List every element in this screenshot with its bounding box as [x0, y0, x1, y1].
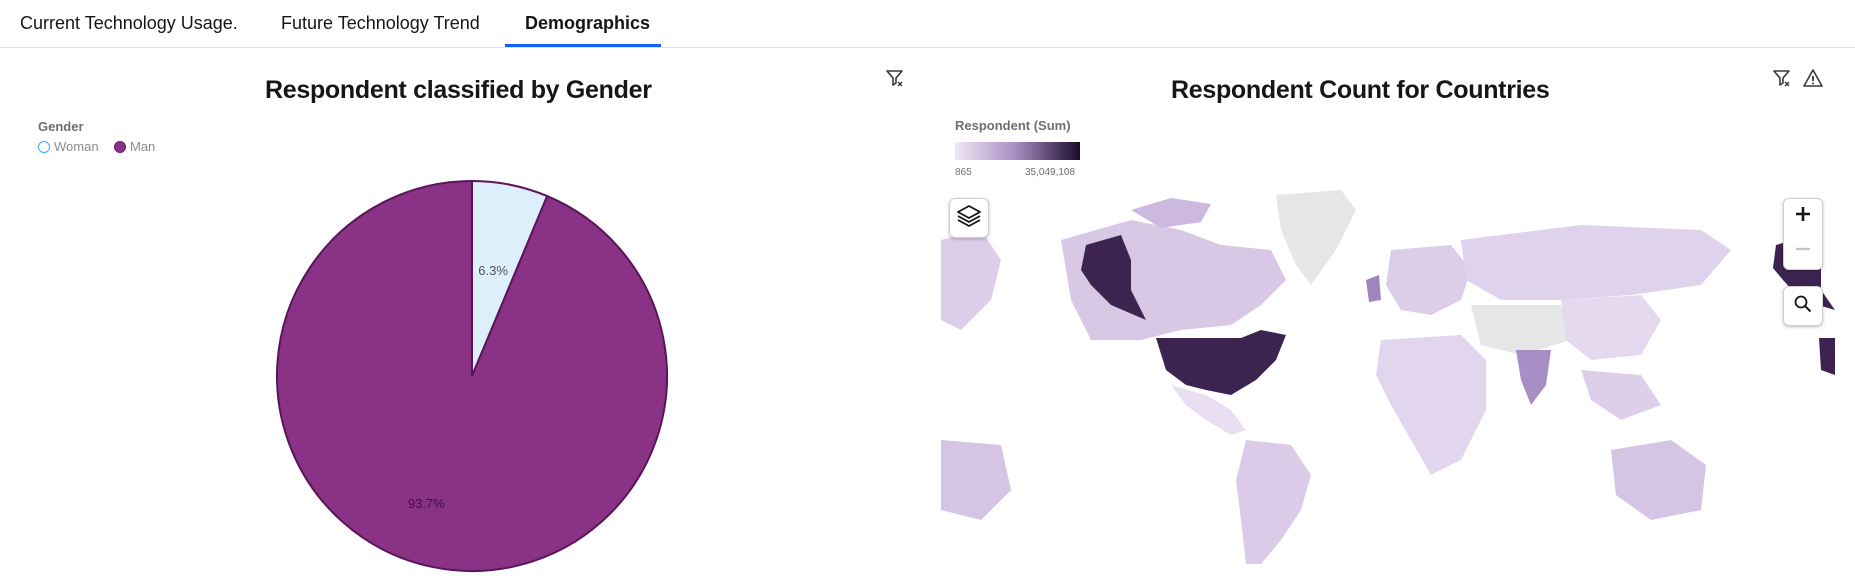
gender-pie-chart: 6.3% 93.7%: [276, 179, 668, 572]
map-region-central-asia: [1471, 305, 1571, 355]
legend-label-woman: Woman: [54, 139, 99, 154]
tab-bar: Current Technology Usage. Future Technol…: [0, 0, 1855, 48]
layers-button[interactable]: [949, 198, 989, 238]
filter-icon[interactable]: [1772, 68, 1794, 90]
color-scale-max-label: 35,049,108: [1025, 167, 1076, 178]
legend-swatch-woman: [38, 140, 50, 153]
search-icon: [1793, 294, 1813, 319]
world-choropleth-map[interactable]: [941, 190, 1835, 564]
color-scale-min-label: 865: [955, 167, 972, 178]
legend-label-man: Man: [130, 139, 156, 154]
gender-legend-title: Gender: [38, 119, 84, 134]
pie-label-woman: 6.3%: [478, 263, 508, 278]
map-region-australia: [1611, 440, 1706, 520]
minus-icon[interactable]: [1793, 239, 1813, 264]
map-search-button[interactable]: [1783, 286, 1823, 326]
map-region-south-america: [1236, 440, 1311, 564]
map-region-southeast-asia: [1581, 370, 1661, 420]
zoom-controls: [1783, 198, 1823, 270]
legend-item-woman[interactable]: Woman: [38, 139, 99, 154]
tab-demographics[interactable]: Demographics: [525, 0, 650, 47]
active-tab-indicator: [505, 44, 661, 47]
map-region-usa-wrap: [1819, 338, 1835, 375]
map-region-europe: [1386, 245, 1471, 315]
map-region-west-edge: [941, 230, 1001, 330]
layers-icon: [955, 202, 983, 235]
map-region-india: [1516, 350, 1551, 405]
tab-current-technology-usage[interactable]: Current Technology Usage.: [20, 0, 238, 47]
legend-swatch-man: [114, 140, 126, 153]
plus-icon[interactable]: [1793, 204, 1813, 229]
filter-icon[interactable]: [885, 68, 907, 90]
gender-chart-title: Respondent classified by Gender: [265, 76, 652, 104]
tab-future-technology-trend[interactable]: Future Technology Trend: [281, 0, 480, 47]
map-chart-title: Respondent Count for Countries: [1171, 76, 1550, 104]
pie-label-man: 93.7%: [408, 496, 445, 511]
map-region-usa: [1156, 330, 1286, 395]
map-region-uk: [1366, 275, 1381, 302]
legend-item-man[interactable]: Man: [114, 139, 155, 154]
map-region-africa: [1376, 335, 1486, 475]
warning-icon[interactable]: [1803, 68, 1825, 90]
map-region-russia: [1461, 225, 1731, 300]
pie-slice-man[interactable]: [276, 179, 668, 572]
map-region-west-australia-edge: [941, 440, 1011, 520]
map-legend-title: Respondent (Sum): [955, 118, 1071, 133]
map-region-greenland: [1276, 190, 1356, 285]
map-region-china: [1561, 295, 1661, 360]
color-scale-bar: [955, 142, 1080, 160]
